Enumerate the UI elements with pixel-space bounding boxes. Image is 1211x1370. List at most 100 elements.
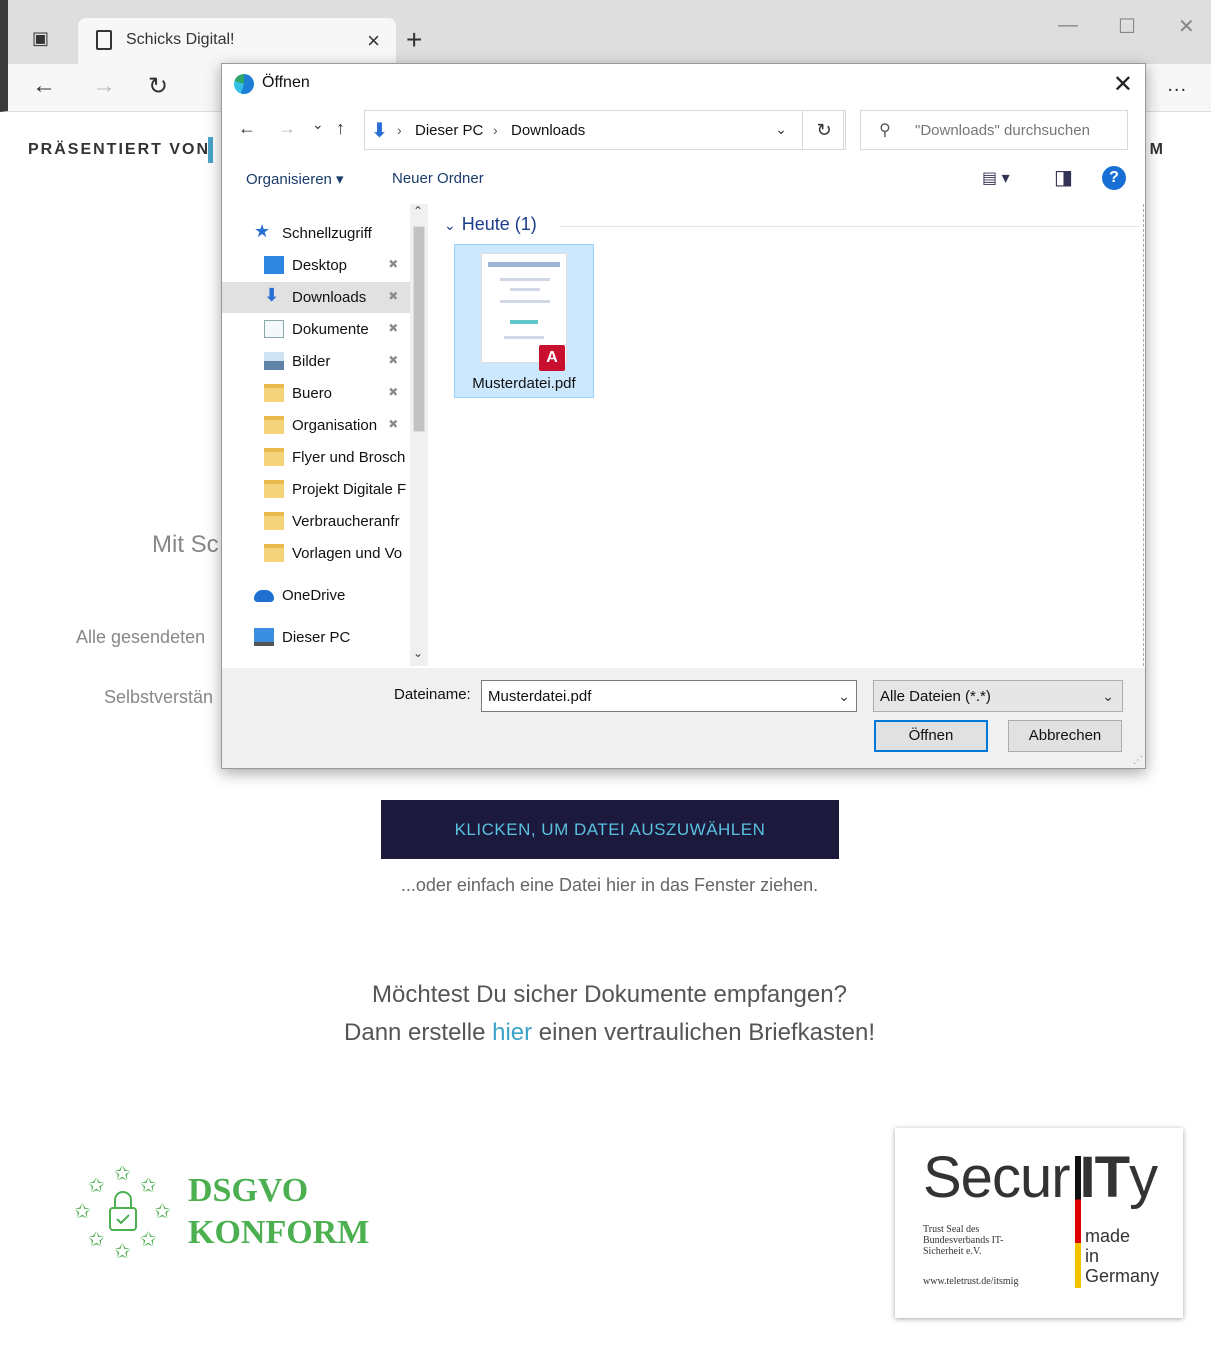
change-view-icon[interactable]: ▤ ▾ [982,168,1010,188]
navigation-pane: ★ Schnellzugriff Desktop ✚ ⬇ Downloads ✚ Dokume… [222,204,410,666]
computer-icon [254,628,274,646]
file-type-select[interactable]: Alle Dateien (*.*) ⌄ [873,680,1123,712]
up-icon[interactable]: ↑ [336,118,345,139]
group-header-label: Heute (1) [461,214,537,234]
mailbox-cta-line2: Dann erstelle hier einen vertraulichen B… [8,1019,1211,1047]
help-icon[interactable]: ? [1102,166,1126,190]
tab-close-icon[interactable]: × [367,28,380,54]
seal-url: www.teletrust.de/itsmig [923,1276,1019,1287]
nav-item-dieser-pc[interactable]: Dieser PC [222,622,410,653]
dialog-forward-icon[interactable]: → [278,118,296,139]
dsgvo-line1: DSGVO [188,1172,309,1209]
scroll-thumb[interactable] [413,226,425,432]
reload-icon[interactable]: ↻ [148,72,168,101]
onedrive-icon [254,590,274,602]
more-icon[interactable]: ... [1167,74,1187,97]
dialog-nav-row: ← → ⌄ ↑ ⬇ › Dieser PC › Downloads ⌄ ↻ ⚲ … [222,108,1145,154]
breadcrumb-downloads[interactable]: Downloads [511,122,585,139]
file-item-musterdatei[interactable]: A Musterdatei.pdf [454,244,594,398]
create-mailbox-link[interactable]: hier [492,1019,532,1046]
star-icon: ★ [254,221,271,241]
dialog-close-icon[interactable]: ✕ [1113,70,1133,99]
seal-made-3: Germany [1085,1266,1160,1286]
nav-item-projekt-digitale-f[interactable]: Projekt Digitale F [222,474,410,505]
svg-text:✩: ✩ [154,1201,171,1223]
search-box[interactable]: ⚲ "Downloads" durchsuchen [860,110,1128,150]
new-folder-button[interactable]: Neuer Ordner [392,170,484,187]
nav-scrollbar[interactable]: ⌃ ⌄ [410,204,428,666]
nav-item-organisation[interactable]: Organisation ✚ [222,410,410,441]
scroll-down-icon[interactable]: ⌄ [413,646,423,660]
svg-text:✩: ✩ [140,1175,157,1197]
user-folder-icon [264,384,284,402]
document-icon [264,320,284,338]
breadcrumb-this-pc[interactable]: Dieser PC [415,122,483,139]
seal-title: Secur ITy [923,1144,1158,1211]
edge-icon [234,74,254,94]
group-divider [560,226,1140,227]
nav-item-label: Projekt Digitale F [292,481,406,498]
dialog-title: Öffnen [262,74,310,91]
window-minimize-icon[interactable]: — [1058,14,1078,37]
thumb-header [488,262,560,267]
svg-text:✩: ✩ [114,1163,131,1185]
svg-text:✩: ✩ [88,1175,105,1197]
filename-input[interactable]: Musterdatei.pdf ⌄ [481,680,857,712]
nav-item-dokumente[interactable]: Dokumente ✚ [222,314,410,345]
nav-item-schnellzugriff[interactable]: ★ Schnellzugriff [222,218,410,249]
browser-tab[interactable]: Schicks Digital! × [78,18,396,64]
seal-made-2: in [1085,1246,1100,1266]
group-chevron-icon: ⌄ [444,217,456,233]
crumb-separator-icon: › [493,122,498,138]
nav-fragment[interactable]: M [1150,141,1163,159]
nav-item-desktop[interactable]: Desktop ✚ [222,250,410,281]
drop-hint: ...oder einfach eine Datei hier in das F… [400,875,819,895]
recent-locations-icon[interactable]: ⌄ [312,116,324,133]
dialog-back-icon[interactable]: ← [238,118,256,139]
new-tab-icon[interactable]: + [406,24,422,56]
file-name: Musterdatei.pdf [472,375,576,392]
nav-item-buero[interactable]: Buero ✚ [222,378,410,409]
window-close-icon[interactable]: ✕ [1178,14,1195,39]
nav-item-flyer-und-brosch[interactable]: Flyer und Brosch [222,442,410,473]
resize-grip-icon[interactable]: ⋰ [1133,755,1143,766]
forward-icon[interactable]: → [92,72,116,100]
file-list: ⌄ Heute (1) A Musterdatei.pdf [432,204,1144,666]
refresh-icon[interactable]: ↻ [802,110,846,150]
folder-icon [264,512,284,530]
sponsor-logo-icon [208,137,220,163]
address-dropdown-icon[interactable]: ⌄ [775,121,787,138]
select-file-button[interactable]: KLICKEN, UM DATEI AUSZUWÄHLEN [381,800,839,859]
nav-item-verbraucheranfr[interactable]: Verbraucheranfr [222,506,410,537]
open-button[interactable]: Öffnen [874,720,988,752]
preview-pane-icon[interactable]: ◨ [1054,165,1073,190]
eu-stars-lock-icon: ✩ ✩ ✩ ✩ ✩ ✩ ✩ ✩ [74,1163,171,1263]
nav-item-onedrive[interactable]: OneDrive [222,580,410,611]
address-bar[interactable]: ⬇ › Dieser PC › Downloads ⌄ [364,110,844,150]
organize-button[interactable]: Organisieren ▾ [246,170,344,188]
scroll-up-icon[interactable]: ⌃ [413,204,423,218]
filename-dropdown-icon[interactable]: ⌄ [838,688,850,705]
nav-item-label: OneDrive [282,587,346,604]
tab-actions-icon[interactable]: ▣ [32,28,56,52]
user-folder-icon [264,416,284,434]
svg-text:✩: ✩ [74,1201,91,1223]
presented-by-label: PRÄSENTIERT VON [28,141,211,158]
dsgvo-badge: ✩ ✩ ✩ ✩ ✩ ✩ ✩ ✩ DSGVO KONFORM [68,1158,388,1268]
cancel-button[interactable]: Abbrechen [1008,720,1122,752]
window-maximize-icon[interactable]: ☐ [1118,14,1136,39]
page-icon [96,30,112,50]
seal-title-part-b: IT [1079,1145,1131,1210]
nav-item-vorlagen-und-vo[interactable]: Vorlagen und Vo [222,538,410,569]
seal-title-part-c: y [1129,1145,1158,1210]
back-icon[interactable]: ← [32,72,56,100]
thumb-line [504,336,544,339]
nav-item-label: Dieser PC [282,629,351,646]
nav-item-bilder[interactable]: Bilder ✚ [222,346,410,377]
thumb-accent [510,320,538,324]
folder-icon [264,448,284,466]
group-header-today[interactable]: ⌄ Heute (1) [444,214,537,235]
nav-item-downloads[interactable]: ⬇ Downloads ✚ [222,282,410,313]
open-file-dialog: Öffnen ✕ ← → ⌄ ↑ ⬇ › Dieser PC › Downloa… [221,63,1146,769]
filename-value: Musterdatei.pdf [488,688,592,705]
